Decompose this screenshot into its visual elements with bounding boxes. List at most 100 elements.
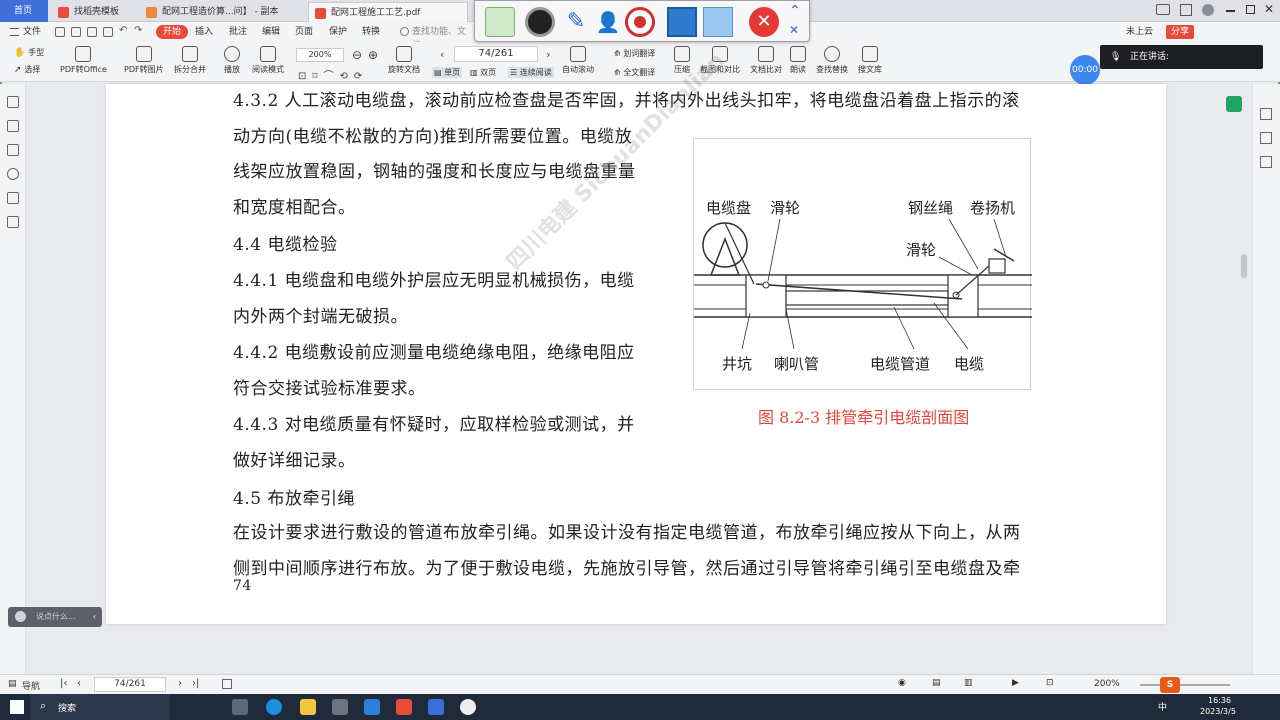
recorder-icon[interactable] bbox=[460, 699, 476, 715]
undo-icon[interactable]: ↶ bbox=[119, 25, 127, 36]
signature-icon[interactable] bbox=[7, 192, 19, 204]
tab-excel-doc[interactable]: 配网工程造价算...问】 - 副本 bbox=[140, 2, 306, 22]
read-aloud-button[interactable]: 朗读 bbox=[790, 46, 806, 75]
zoom-select[interactable]: 200% bbox=[296, 48, 344, 62]
window-icon[interactable] bbox=[1180, 4, 1192, 16]
minimize-icon[interactable] bbox=[1226, 10, 1235, 12]
share-button[interactable]: 分享 bbox=[1166, 25, 1195, 39]
page-input[interactable]: 74/261 bbox=[454, 46, 538, 62]
comment-icon[interactable] bbox=[7, 144, 19, 156]
folder-icon[interactable] bbox=[300, 699, 316, 715]
app-icon[interactable] bbox=[364, 699, 380, 715]
pdf-to-image-button[interactable]: PDF转图片 bbox=[124, 46, 164, 75]
fit-width-icon[interactable]: ⊡ bbox=[1046, 678, 1054, 688]
collapse-icon[interactable]: ⌃ bbox=[789, 3, 801, 19]
print-icon[interactable] bbox=[87, 27, 97, 37]
pen-icon[interactable]: ✎ bbox=[561, 7, 591, 37]
monitor-icon[interactable] bbox=[703, 7, 733, 37]
zoom-in-icon[interactable]: ⊕ bbox=[368, 48, 378, 62]
translate-panel-icon[interactable] bbox=[1260, 156, 1272, 168]
pdf-to-office-button[interactable]: PDF转Office bbox=[60, 46, 107, 75]
prev-page-status-icon[interactable]: ‹ bbox=[77, 678, 81, 689]
compare-button[interactable]: 文档比对 bbox=[750, 46, 782, 75]
double-page-button[interactable]: ▥ 双页 bbox=[470, 67, 496, 78]
clock-time[interactable]: 16:36 bbox=[1208, 696, 1231, 705]
edit-panel-icon[interactable] bbox=[1260, 108, 1272, 120]
auto-scroll-button[interactable]: 自动滚动 bbox=[562, 46, 594, 75]
hamburger-icon[interactable] bbox=[10, 28, 19, 36]
next-page-status-icon[interactable]: › bbox=[178, 678, 182, 689]
scrollbar-thumb[interactable] bbox=[1241, 254, 1247, 278]
redo-icon[interactable]: ↷ bbox=[134, 25, 142, 36]
thumbnail-icon[interactable] bbox=[7, 120, 19, 132]
menu-protect[interactable]: 保护 bbox=[329, 25, 347, 39]
menu-edit[interactable]: 编辑 bbox=[262, 25, 280, 39]
nav-icon[interactable]: ▤ bbox=[8, 679, 17, 689]
word-translate-button[interactable]: ⟰ 划词翻译 bbox=[614, 48, 655, 59]
edit-tools[interactable]: ⊡⌑⌒⟲⟳ bbox=[298, 67, 368, 82]
settings-panel-icon[interactable] bbox=[1260, 132, 1272, 144]
continuous-button[interactable]: ☰ 连续阅读 bbox=[508, 67, 554, 78]
menu-convert[interactable]: 转换 bbox=[362, 25, 380, 39]
timer-bubble[interactable]: 00:00 bbox=[1070, 55, 1100, 85]
calculator-icon[interactable] bbox=[332, 699, 348, 715]
last-page-icon[interactable]: ›| bbox=[192, 678, 199, 689]
photos-icon[interactable] bbox=[428, 699, 444, 715]
return-icon[interactable] bbox=[485, 7, 515, 37]
sheet-icon[interactable] bbox=[1226, 96, 1242, 112]
maximize-icon[interactable] bbox=[1246, 5, 1255, 14]
save-icon[interactable] bbox=[71, 27, 81, 37]
close-icon[interactable]: ✕ bbox=[1264, 2, 1274, 16]
camera-icon[interactable] bbox=[525, 7, 555, 37]
sogou-icon[interactable]: S bbox=[1160, 677, 1180, 693]
bookmark-icon[interactable] bbox=[7, 96, 19, 108]
chat-input[interactable]: 说点什么... ‹ bbox=[8, 607, 102, 627]
attachment-icon[interactable] bbox=[7, 168, 19, 180]
double-view-icon[interactable]: ▥ bbox=[964, 678, 973, 688]
status-page-input[interactable]: 74/261 bbox=[94, 677, 166, 692]
zoom-slider[interactable] bbox=[1140, 684, 1230, 686]
menu-file[interactable]: 文件 bbox=[23, 25, 41, 39]
rotate-button[interactable]: 旋转文档 bbox=[388, 46, 420, 75]
play-button[interactable]: 播放 bbox=[224, 46, 240, 75]
taskbar-search[interactable]: ⌕ 搜索 bbox=[30, 694, 170, 720]
windows-icon[interactable] bbox=[10, 700, 24, 714]
tab-home[interactable]: 首页 bbox=[0, 0, 48, 22]
taskview-icon[interactable] bbox=[232, 699, 248, 715]
nav-label[interactable]: 导航 bbox=[22, 679, 40, 692]
menu-start[interactable]: 开始 bbox=[156, 25, 189, 39]
cloud-status[interactable]: 未上云 bbox=[1126, 25, 1153, 39]
stop-icon[interactable]: ✕ bbox=[749, 7, 779, 37]
single-view-icon[interactable]: ▤ bbox=[932, 678, 941, 688]
single-page-button[interactable]: ▤ 单页 bbox=[432, 67, 463, 78]
menu-page[interactable]: 页面 bbox=[295, 25, 313, 39]
layout-icon[interactable] bbox=[1156, 4, 1170, 15]
next-page-icon[interactable]: › bbox=[546, 48, 550, 61]
screen-icon[interactable] bbox=[667, 7, 697, 37]
read-mode-button[interactable]: 阅读模式 bbox=[252, 46, 284, 75]
find-replace-button[interactable]: 查找替换 bbox=[816, 46, 848, 75]
status-zoom[interactable]: 200% bbox=[1094, 679, 1120, 689]
hand-tool[interactable]: ✋ 手型 bbox=[14, 47, 44, 58]
split-merge-button[interactable]: 拆分合并 bbox=[174, 46, 206, 75]
first-page-icon[interactable]: |‹ bbox=[60, 678, 67, 689]
presenter-icon[interactable]: 👤 bbox=[593, 7, 623, 37]
wps-taskbar-icon[interactable] bbox=[396, 699, 412, 715]
layers-icon[interactable] bbox=[7, 216, 19, 228]
record-icon[interactable] bbox=[625, 7, 655, 37]
search-library-button[interactable]: 搜文库 bbox=[858, 46, 882, 75]
zoom-out-icon[interactable]: ⊖ bbox=[352, 48, 362, 62]
tab-pdf[interactable]: 配网工程施工工艺.pdf bbox=[308, 2, 468, 22]
chevron-left-icon[interactable]: ‹ bbox=[93, 607, 96, 627]
edge-icon[interactable] bbox=[266, 699, 282, 715]
menu-insert[interactable]: 插入 bbox=[195, 25, 213, 39]
prev-page-icon[interactable]: ‹ bbox=[440, 48, 444, 61]
select-tool[interactable]: ➚ 选择 bbox=[14, 64, 40, 75]
pin-icon[interactable]: ✕ bbox=[789, 23, 799, 37]
ime-indicator[interactable]: 中 bbox=[1158, 700, 1167, 713]
fit-icon[interactable] bbox=[222, 679, 232, 689]
export-icon[interactable] bbox=[103, 27, 113, 37]
avatar[interactable] bbox=[1202, 4, 1214, 16]
tab-template[interactable]: 找稻壳模板 bbox=[52, 2, 138, 22]
full-translate-button[interactable]: ⟰ 全文翻译 bbox=[614, 67, 655, 78]
